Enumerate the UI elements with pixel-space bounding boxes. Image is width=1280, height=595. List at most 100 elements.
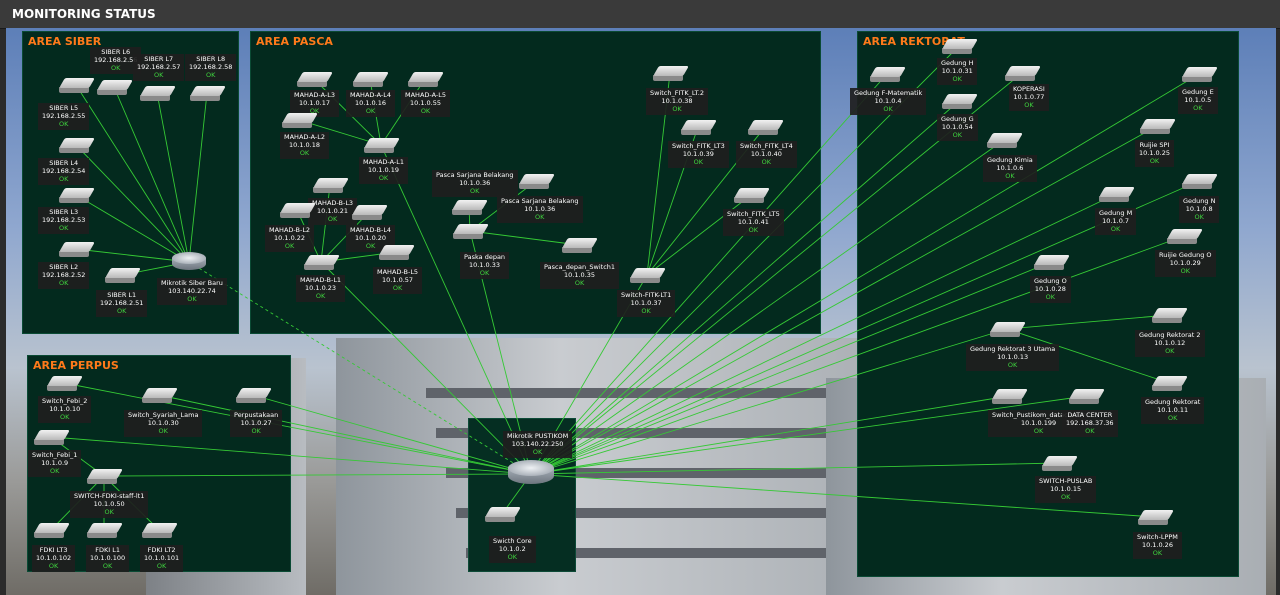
node-label-pasca-depan-sw1[interactable]: Pasca_depan_Switch1 10.1.0.35 OK	[540, 262, 620, 289]
node-label-mahad-b-l3[interactable]: MAHAD-B-L3 10.1.0.21 OK	[308, 198, 358, 225]
switch-icon-fitk-lt1[interactable]	[630, 268, 666, 284]
switch-icon-gedung-o[interactable]	[1034, 255, 1070, 271]
switch-icon-gedung-m[interactable]	[1099, 187, 1135, 203]
node-label-siber-l1[interactable]: SIBER L1 192.168.2.51 OK	[96, 290, 148, 317]
node-label-mahad-b-l5[interactable]: MAHAD-B-L5 10.1.0.57 OK	[373, 267, 423, 294]
node-label-mahad-a-l1[interactable]: MAHAD-A-L1 10.1.0.19 OK	[359, 157, 409, 184]
router-icon-mikrotik-siber[interactable]	[172, 252, 206, 274]
node-label-gedung-h[interactable]: Gedung H 10.1.0.31 OK	[937, 58, 978, 85]
switch-icon-paska-depan[interactable]	[453, 224, 489, 240]
switch-icon-mahad-a-l5[interactable]	[408, 72, 444, 88]
switch-icon-gedung-e[interactable]	[1182, 67, 1218, 83]
switch-icon-mahad-a-l3[interactable]	[297, 72, 333, 88]
switch-icon-pasca-belakang1[interactable]	[452, 200, 488, 216]
switch-icon-gedung-g[interactable]	[942, 94, 978, 110]
switch-icon-gedung-f[interactable]	[870, 67, 906, 83]
switch-icon-siber-l1[interactable]	[105, 268, 141, 284]
node-label-puslab[interactable]: SWITCH-PUSLAB 10.1.0.15 OK	[1035, 476, 1097, 503]
switch-icon-mahad-b-l4[interactable]	[352, 205, 388, 221]
node-label-febi-2[interactable]: Switch_Febi_2 10.1.0.10 OK	[38, 396, 92, 423]
switch-icon-fdki-l1[interactable]	[87, 523, 123, 539]
node-label-fdki-staff[interactable]: SWITCH-FDKI-staff-lt1 10.1.0.50 OK	[70, 491, 149, 518]
node-label-mahad-a-l5[interactable]: MAHAD-A-L5 10.1.0.55 OK	[401, 90, 451, 117]
switch-icon-syariah[interactable]	[142, 388, 178, 404]
node-label-fdki-l1[interactable]: FDKI L1 10.1.0.100 OK	[86, 545, 130, 572]
node-label-mahad-b-l1[interactable]: MAHAD-B-L1 10.1.0.23 OK	[296, 275, 346, 302]
node-label-mahad-a-l4[interactable]: MAHAD-A-L4 10.1.0.16 OK	[346, 90, 396, 117]
node-label-fitk-lt2[interactable]: Switch_FITK_LT.2 10.1.0.38 OK	[646, 88, 709, 115]
switch-icon-fdki-staff[interactable]	[87, 469, 123, 485]
switch-icon-core[interactable]	[485, 507, 521, 523]
switch-icon-rektorat-3[interactable]	[990, 322, 1026, 338]
switch-icon-siber-l6[interactable]	[97, 80, 133, 96]
switch-icon-mahad-a-l2[interactable]	[282, 113, 318, 129]
switch-icon-siber-l5[interactable]	[59, 78, 95, 94]
node-label-perpustakaan[interactable]: Perpustakaan 10.1.0.27 OK	[230, 410, 283, 437]
node-label-gedung-o[interactable]: Gedung O 10.1.0.28 OK	[1030, 276, 1071, 303]
switch-icon-febi-2[interactable]	[47, 376, 83, 392]
node-label-mahad-b-l2[interactable]: MAHAD-B-L2 10.1.0.22 OK	[265, 225, 315, 252]
node-label-gedung-n[interactable]: Gedung N 10.1.0.8 OK	[1179, 196, 1220, 223]
switch-icon-fitk-lt4[interactable]	[748, 120, 784, 136]
node-label-mikrotik-pustikom[interactable]: Mikrotik PUSTIKOM 103.140.22.250 OK	[503, 431, 573, 458]
node-label-mikrotik-siber[interactable]: Mikrotik Siber Baru 103.140.22.74 OK	[157, 278, 227, 305]
switch-icon-data-center[interactable]	[1069, 389, 1105, 405]
switch-icon-siber-l2[interactable]	[59, 242, 95, 258]
node-label-rektorat-2[interactable]: Gedung Rektorat 2 10.1.0.12 OK	[1135, 330, 1205, 357]
node-label-gedung-kimia[interactable]: Gedung Kimia 10.1.0.6 OK	[983, 155, 1037, 182]
switch-icon-mahad-b-l1[interactable]	[304, 255, 340, 271]
switch-icon-gedung-h[interactable]	[942, 39, 978, 55]
switch-icon-pasca-belakang2[interactable]	[519, 174, 555, 190]
node-label-siber-l4[interactable]: SIBER L4 192.168.2.54 OK	[38, 158, 90, 185]
switch-icon-ruijie-o[interactable]	[1167, 229, 1203, 245]
node-label-fdki-lt2[interactable]: FDKI LT2 10.1.0.101 OK	[140, 545, 184, 572]
switch-icon-ruijie-spi[interactable]	[1140, 119, 1176, 135]
switch-icon-rektorat-2[interactable]	[1152, 308, 1188, 324]
switch-icon-fitk-lt2[interactable]	[653, 66, 689, 82]
node-label-fdki-lt3[interactable]: FDKI LT3 10.1.0.102 OK	[32, 545, 76, 572]
router-icon-mikrotik-pustikom[interactable]	[508, 460, 554, 490]
switch-icon-gedung-n[interactable]	[1182, 174, 1218, 190]
node-label-siber-l5[interactable]: SIBER L5 192.168.2.55 OK	[38, 103, 90, 130]
node-label-rektorat-3[interactable]: Gedung Rektorat 3 Utama 10.1.0.13 OK	[966, 344, 1060, 371]
switch-icon-mahad-a-l4[interactable]	[353, 72, 389, 88]
switch-icon-perpustakaan[interactable]	[236, 388, 272, 404]
node-label-lppm[interactable]: Switch-LPPM 10.1.0.26 OK	[1133, 532, 1182, 559]
node-label-ruijie-spi[interactable]: Ruijie SPI 10.1.0.25 OK	[1135, 140, 1175, 167]
node-label-fitk-lt5[interactable]: Switch_FITK_LT5 10.1.0.41 OK	[723, 209, 784, 236]
node-label-core[interactable]: Swicth Core 10.1.0.2 OK	[489, 536, 536, 563]
switch-icon-siber-l8[interactable]	[190, 86, 226, 102]
switch-icon-fitk-lt5[interactable]	[734, 188, 770, 204]
node-label-gedung-g[interactable]: Gedung G 10.1.0.54 OK	[937, 114, 978, 141]
node-label-siber-l8[interactable]: SIBER L8 192.168.2.58 OK	[185, 54, 237, 81]
node-label-gedung-m[interactable]: Gedung M 10.1.0.7 OK	[1095, 208, 1137, 235]
switch-icon-febi-1[interactable]	[34, 430, 70, 446]
node-label-siber-l3[interactable]: SIBER L3 192.168.2.53 OK	[38, 207, 90, 234]
node-label-gedung-f[interactable]: Gedung F-Matematik 10.1.0.4 OK	[850, 88, 927, 115]
switch-icon-siber-l3[interactable]	[59, 188, 95, 204]
switch-icon-rektorat[interactable]	[1152, 376, 1188, 392]
node-label-pasca-belakang1[interactable]: Pasca Sarjana Belakang 10.1.0.36 OK	[432, 170, 518, 197]
node-label-fitk-lt4[interactable]: Switch_FITK_LT4 10.1.0.40 OK	[736, 141, 797, 168]
node-label-siber-l7[interactable]: SIBER L7 192.168.2.57 OK	[133, 54, 185, 81]
node-label-koperasi[interactable]: KOPERASI 10.1.0.77 OK	[1009, 84, 1049, 111]
switch-icon-fdki-lt3[interactable]	[34, 523, 70, 539]
switch-icon-pustikom-dc[interactable]	[992, 389, 1028, 405]
node-label-paska-depan[interactable]: Paska depan 10.1.0.33 OK	[460, 252, 510, 279]
switch-icon-fitk-lt3[interactable]	[681, 120, 717, 136]
switch-icon-siber-l7[interactable]	[140, 86, 176, 102]
node-label-syariah[interactable]: Switch_Syariah_Lama 10.1.0.30 OK	[124, 410, 203, 437]
switch-icon-siber-l4[interactable]	[59, 138, 95, 154]
switch-icon-lppm[interactable]	[1138, 510, 1174, 526]
node-label-ruijie-o[interactable]: Ruijie Gedung O 10.1.0.29 OK	[1155, 250, 1216, 277]
node-label-mahad-a-l2[interactable]: MAHAD-A-L2 10.1.0.18 OK	[280, 132, 330, 159]
switch-icon-mahad-a-l1[interactable]	[364, 138, 400, 154]
switch-icon-pasca-depan-sw1[interactable]	[562, 238, 598, 254]
node-label-fitk-lt1[interactable]: Switch-FITK-LT1 10.1.0.37 OK	[617, 290, 676, 317]
switch-icon-fdki-lt2[interactable]	[142, 523, 178, 539]
switch-icon-mahad-b-l2[interactable]	[280, 203, 316, 219]
switch-icon-mahad-b-l3[interactable]	[313, 178, 349, 194]
node-label-siber-l2[interactable]: SIBER L2 192.168.2.52 OK	[38, 262, 90, 289]
node-label-febi-1[interactable]: Switch_Febi_1 10.1.0.9 OK	[28, 450, 82, 477]
switch-icon-puslab[interactable]	[1042, 456, 1078, 472]
